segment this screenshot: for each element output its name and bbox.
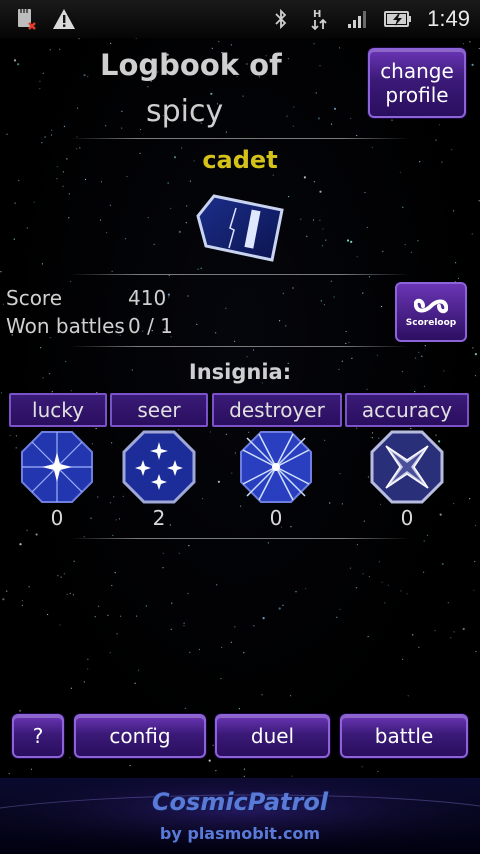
divider [70,538,410,539]
bluetooth-icon [269,7,293,31]
profile-name: spicy [146,94,224,129]
insignia-title: Insignia: [188,360,292,384]
signal-icon [345,7,369,31]
clock: 1:49 [427,6,470,31]
duel-button[interactable]: duel [215,714,330,758]
destroyer-insignia-icon [239,430,313,508]
change-profile-label-2: profile [385,83,449,107]
help-button[interactable]: ? [12,714,64,758]
sd-card-error-icon [14,7,38,31]
accuracy-insignia-icon [370,430,444,508]
lucky-count: 0 [50,506,64,530]
rank-label: cadet [202,146,278,174]
divider [70,346,410,347]
logbook-title: Logbook of [100,48,282,82]
seer-count: 2 [152,506,166,530]
battery-charging-icon [383,7,413,31]
status-bar: H 1:49 [0,0,480,38]
seer-insignia-icon [122,430,196,508]
scoreloop-button[interactable]: Scoreloop [395,282,467,342]
score-label: Score [6,286,63,310]
scoreloop-label: Scoreloop [405,318,457,328]
footer-banner: CosmicPatrol by plasmobit.com [0,778,480,854]
won-battles-value: 0 / 1 [128,314,173,338]
svg-text:H: H [313,9,321,20]
insignia-tag-accuracy: accuracy [345,393,469,427]
divider [70,138,410,139]
hspa-data-icon: H [307,7,331,31]
lucky-insignia-icon [20,430,94,508]
change-profile-button[interactable]: change profile [368,48,466,118]
destroyer-count: 0 [269,506,283,530]
accuracy-count: 0 [400,506,414,530]
score-value: 410 [128,286,167,310]
insignia-tag-seer: seer [110,393,208,427]
cosmicpatrol-logo: CosmicPatrol [151,788,329,816]
developer-credit: by plasmobit.com [159,824,321,843]
won-battles-label: Won battles [6,314,125,338]
warning-icon [52,7,76,31]
battle-button[interactable]: battle [340,714,468,758]
infinity-icon [414,298,448,314]
config-button[interactable]: config [74,714,206,758]
rank-badge-icon [196,190,286,264]
insignia-tag-lucky: lucky [9,393,107,427]
insignia-tag-destroyer: destroyer [212,393,342,427]
divider [70,274,410,275]
change-profile-label-1: change [380,59,454,83]
